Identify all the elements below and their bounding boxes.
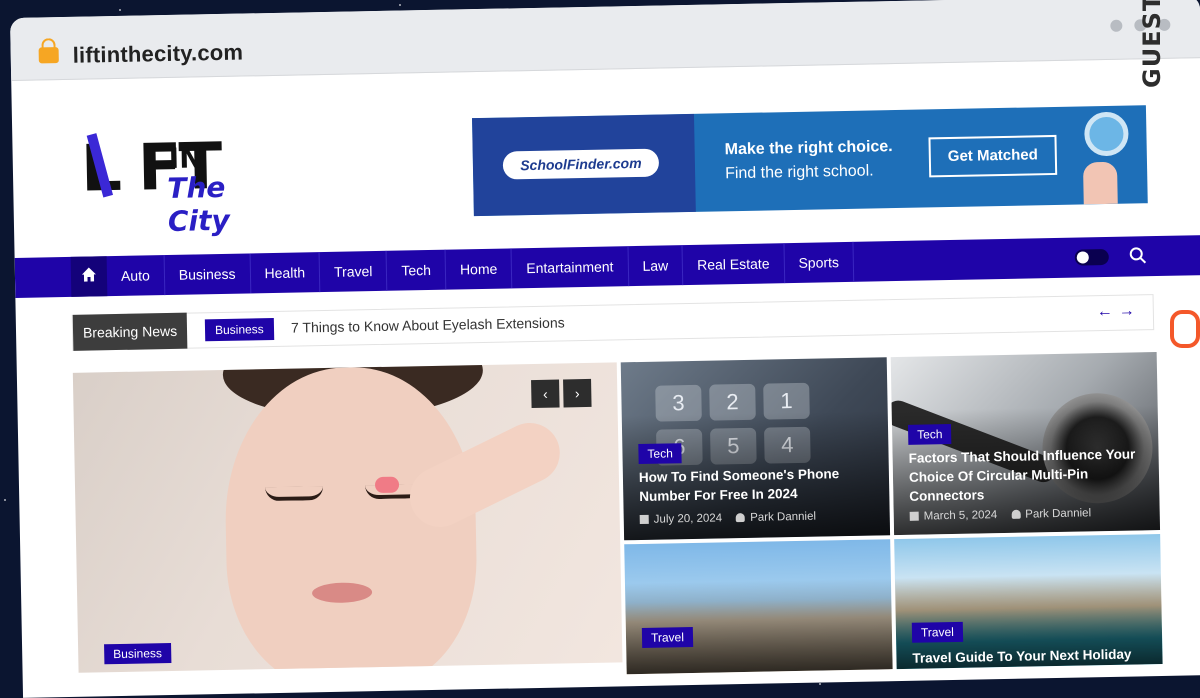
magnifier-icon xyxy=(1084,111,1129,157)
nav-item-auto[interactable]: Auto xyxy=(106,255,166,297)
article-card[interactable]: Travel Travel Guide To Your Next Holiday xyxy=(894,534,1163,670)
card-shade xyxy=(624,539,893,675)
card-title[interactable]: Factors That Should Influence Your Choic… xyxy=(908,444,1145,506)
breaking-headline-link[interactable]: 7 Things to Know About Eyelash Extension… xyxy=(291,314,565,335)
card-category-badge[interactable]: Tech xyxy=(638,443,683,465)
card-category-badge[interactable]: Travel xyxy=(911,621,964,643)
arrow-left-icon[interactable]: ← xyxy=(1097,303,1119,320)
card-category-badge[interactable]: Travel xyxy=(641,627,694,648)
ad-get-matched-button[interactable]: Get Matched xyxy=(928,134,1058,178)
logo-city: The City xyxy=(166,170,231,239)
nav-item-travel[interactable]: Travel xyxy=(319,250,388,293)
calendar-icon xyxy=(909,511,919,521)
url-text[interactable]: liftinthecity.com xyxy=(72,40,243,69)
chevron-left-icon[interactable]: ‹ xyxy=(531,379,560,409)
eye-shape xyxy=(265,486,324,502)
watermark-text: GUESTPOSTLINKS xyxy=(1138,0,1166,88)
card-category-badge[interactable]: Tech xyxy=(907,424,952,445)
home-icon xyxy=(81,267,96,282)
user-icon xyxy=(1011,509,1021,519)
ad-brand: SchoolFinder.com xyxy=(502,148,660,180)
nav-item-business[interactable]: Business xyxy=(164,253,251,296)
card-title[interactable]: How To Find Someone's Phone Number For F… xyxy=(639,463,876,506)
window-dot-icon[interactable] xyxy=(1110,19,1123,32)
ad-banner[interactable]: SchoolFinder.com Make the right choice. … xyxy=(472,105,1148,217)
card-author[interactable]: Park Danniel xyxy=(1025,507,1091,520)
breaking-news-bar: Breaking News Business 7 Things to Know … xyxy=(71,294,1155,351)
breaking-news-label: Breaking News xyxy=(72,312,188,351)
calendar-icon xyxy=(639,514,649,525)
link-icon xyxy=(1170,310,1200,348)
hero-slider-nav: ‹ › xyxy=(527,378,592,409)
article-card[interactable]: Travel xyxy=(624,539,893,675)
search-icon[interactable] xyxy=(1129,246,1147,264)
nav-item-law[interactable]: Law xyxy=(628,245,684,287)
hero-category-badge[interactable]: Business xyxy=(104,643,172,665)
article-card[interactable]: 321654 Tech How To Find Someone's Phone … xyxy=(620,357,891,541)
nav-item-tech[interactable]: Tech xyxy=(387,249,447,291)
arrow-right-icon[interactable]: → xyxy=(1119,302,1141,319)
hero-slide[interactable]: ‹ › Business xyxy=(72,362,623,673)
nav-item-real-estate[interactable]: Real Estate xyxy=(682,243,785,286)
guestpostlinks-watermark: GUESTPOSTLINKS xyxy=(1138,0,1200,650)
card-date: July 20, 2024 xyxy=(653,512,723,526)
site-header: L FT IN The City SchoolFinder.com Make t… xyxy=(11,58,1200,257)
nav-item-entartainment[interactable]: Entartainment xyxy=(511,246,629,289)
browser-window: liftinthecity.com L FT IN The City Schoo… xyxy=(10,0,1200,698)
ad-subline: Find the right school. xyxy=(724,162,874,183)
logo-in: IN xyxy=(168,141,203,175)
breaking-category-badge[interactable]: Business xyxy=(204,317,274,342)
ad-brand-panel: SchoolFinder.com xyxy=(472,113,696,217)
nav-item-home[interactable]: Home xyxy=(445,248,513,290)
breaking-arrows: ←→ xyxy=(1097,302,1141,321)
nav-item-health[interactable]: Health xyxy=(250,252,321,294)
card-author[interactable]: Park Danniel xyxy=(750,511,816,524)
site-logo[interactable]: L FT IN The City xyxy=(80,130,272,238)
hand-illustration xyxy=(1082,161,1118,205)
nav-item-sports[interactable]: Sports xyxy=(784,241,855,284)
card-date: March 5, 2024 xyxy=(923,509,998,523)
article-card[interactable]: Tech Factors That Should Influence Your … xyxy=(890,352,1161,536)
user-icon xyxy=(736,512,746,523)
ad-headline: Make the right choice. xyxy=(724,138,893,159)
dark-mode-toggle[interactable] xyxy=(1074,248,1109,266)
lock-icon xyxy=(38,47,59,64)
nail-shape xyxy=(374,476,400,494)
chevron-right-icon[interactable]: › xyxy=(563,378,592,408)
nav-home-button[interactable] xyxy=(70,256,108,297)
